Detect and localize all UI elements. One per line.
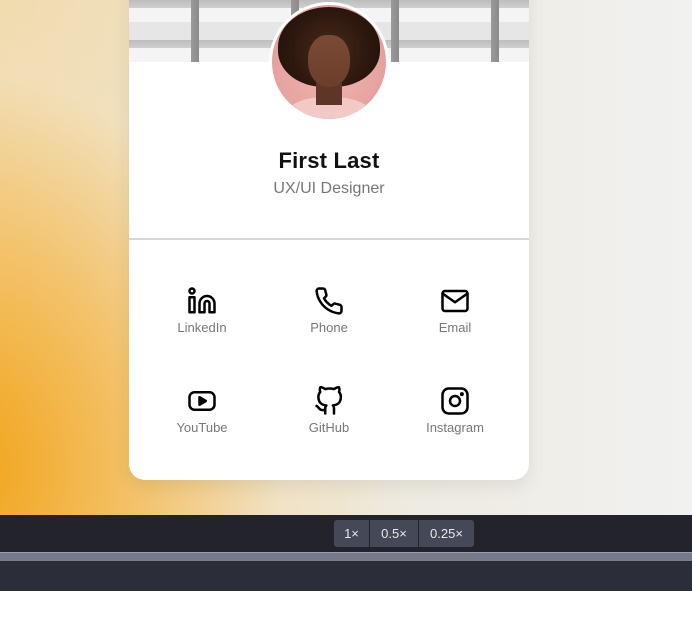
link-label: GitHub — [308, 420, 350, 435]
profile-name: First Last — [278, 148, 380, 173]
avatar — [269, 2, 389, 122]
link-label: YouTube — [176, 420, 228, 435]
instagram-icon — [441, 387, 469, 415]
link-github[interactable]: GitHub — [269, 386, 389, 456]
link-phone[interactable]: Phone — [269, 286, 389, 356]
link-label: LinkedIn — [177, 320, 227, 335]
phone-icon — [315, 287, 343, 315]
divider — [129, 238, 529, 240]
zoom-half-button[interactable]: 0.5× — [370, 520, 418, 547]
youtube-icon — [188, 391, 216, 411]
email-icon — [441, 289, 469, 313]
link-linkedin[interactable]: LinkedIn — [142, 286, 262, 356]
avatar-face — [308, 35, 350, 87]
github-icon — [315, 386, 343, 415]
link-label: Instagram — [426, 420, 484, 435]
link-youtube[interactable]: YouTube — [142, 386, 262, 456]
link-label: Phone — [310, 320, 348, 335]
zoom-1x-button[interactable]: 1× — [334, 520, 369, 547]
profile-role: UX/UI Designer — [273, 180, 385, 197]
link-instagram[interactable]: Instagram — [395, 386, 515, 456]
bottom-panel — [0, 561, 692, 591]
link-label: Email — [438, 320, 472, 335]
resize-handle[interactable] — [0, 552, 692, 561]
linkedin-icon — [188, 287, 216, 314]
preview-stage: First Last UX/UI Designer LinkedIn Phone… — [0, 0, 692, 515]
link-email[interactable]: Email — [395, 286, 515, 356]
zoom-quarter-button[interactable]: 0.25× — [419, 520, 474, 547]
profile-card: First Last UX/UI Designer LinkedIn Phone… — [129, 0, 529, 480]
